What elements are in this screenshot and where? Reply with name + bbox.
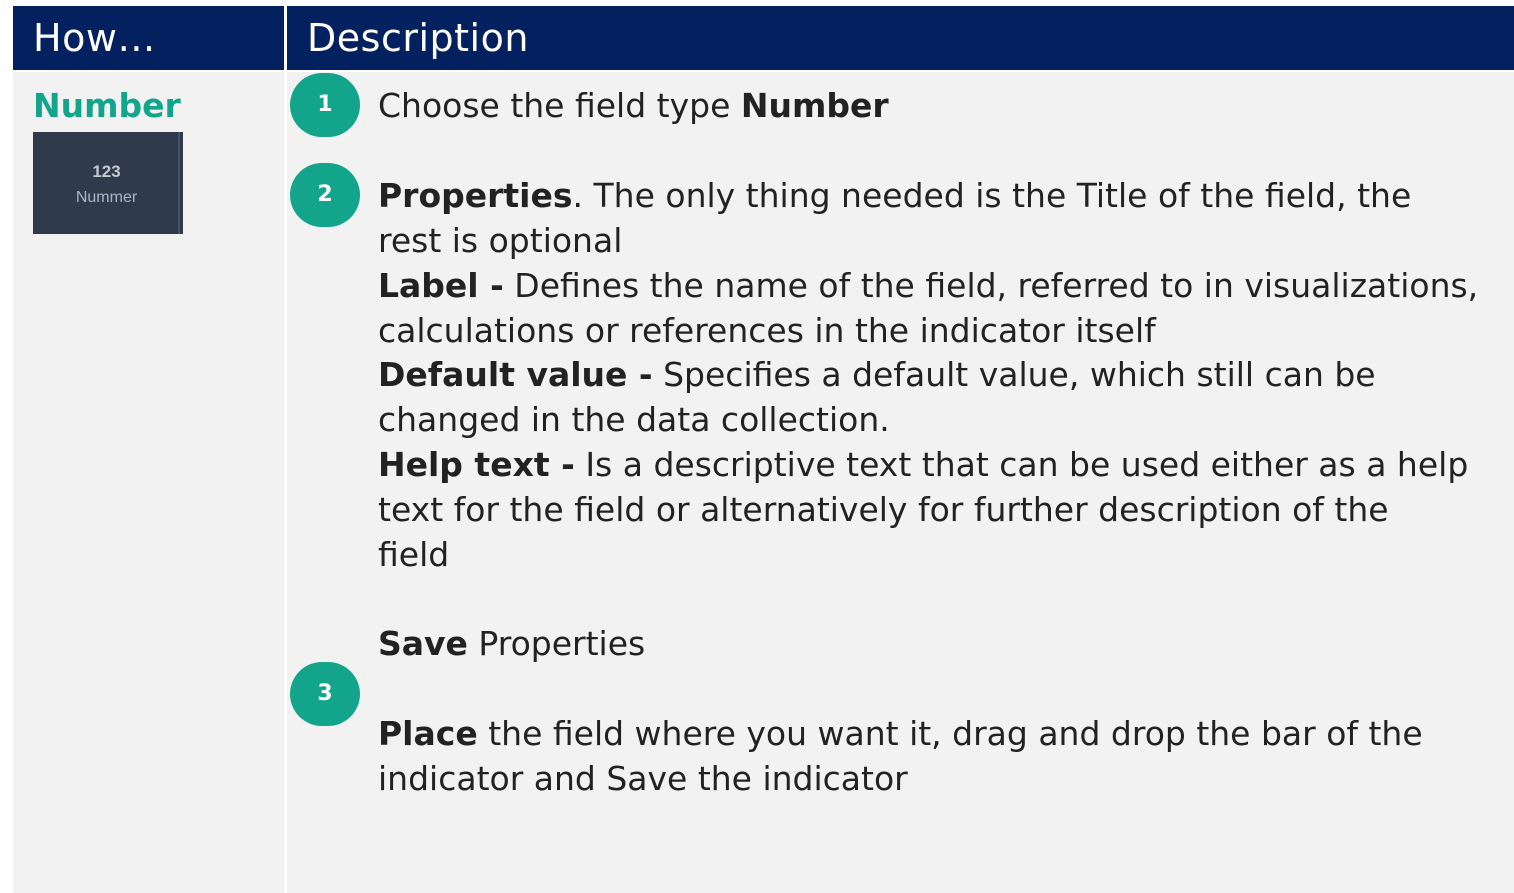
field-type-title: Number bbox=[33, 86, 181, 125]
place-line-1: Place the field where you want it, drag … bbox=[378, 711, 1423, 756]
step-1-badge: 1 bbox=[290, 73, 360, 137]
default-line-2: changed in the data collection. bbox=[378, 400, 890, 439]
default-line-1: Default value - Specifies a default valu… bbox=[378, 352, 1376, 397]
how-cell: Number 123 Nummer bbox=[13, 72, 284, 893]
save-bold: Save bbox=[378, 624, 468, 663]
save-text: Properties bbox=[467, 624, 646, 663]
header-how: How… bbox=[33, 16, 156, 60]
properties-line-2: rest is optional bbox=[378, 221, 623, 260]
properties-text: . The only thing needed is the Title of … bbox=[572, 176, 1412, 215]
default-text: Specifies a default value, which still c… bbox=[652, 355, 1376, 394]
table-header: How… Description bbox=[13, 6, 1514, 70]
place-text: the field where you want it, drag and dr… bbox=[477, 714, 1423, 753]
step-2-badge: 2 bbox=[290, 163, 360, 227]
label-text: Defines the name of the field, referred … bbox=[503, 266, 1479, 305]
help-text: Is a descriptive text that can be used e… bbox=[574, 445, 1469, 484]
label-line-1: Label - Defines the name of the field, r… bbox=[378, 263, 1478, 308]
step-1-bold: Number bbox=[740, 86, 889, 125]
number-widget-icon: 123 bbox=[92, 162, 121, 181]
step-1-plain: Choose the field type bbox=[378, 86, 741, 125]
step-1-text: Choose the field type Number bbox=[378, 83, 889, 128]
properties-bold: Properties bbox=[378, 176, 573, 215]
default-bold: Default value - bbox=[378, 355, 653, 394]
help-line-1: Help text - Is a descriptive text that c… bbox=[378, 442, 1468, 487]
step-3-badge: 3 bbox=[290, 662, 360, 726]
label-line-2: calculations or references in the indica… bbox=[378, 311, 1156, 350]
label-bold: Label - bbox=[378, 266, 504, 305]
help-line-3: field bbox=[378, 535, 450, 574]
help-line-2: text for the field or alternatively for … bbox=[378, 490, 1389, 529]
header-divider bbox=[284, 6, 287, 70]
place-bold: Place bbox=[378, 714, 478, 753]
help-bold: Help text - bbox=[378, 445, 575, 484]
header-description: Description bbox=[307, 16, 529, 60]
number-field-widget: 123 Nummer bbox=[33, 132, 183, 234]
properties-line-1: Properties. The only thing needed is the… bbox=[378, 173, 1411, 218]
number-widget-label: Nummer bbox=[75, 189, 138, 206]
widget-edge bbox=[178, 132, 180, 234]
instruction-table: How… Description Number 123 Nummer 1 2 3… bbox=[13, 6, 1514, 893]
save-line: Save Properties bbox=[378, 621, 645, 666]
place-line-2: indicator and Save the indicator bbox=[378, 759, 908, 798]
